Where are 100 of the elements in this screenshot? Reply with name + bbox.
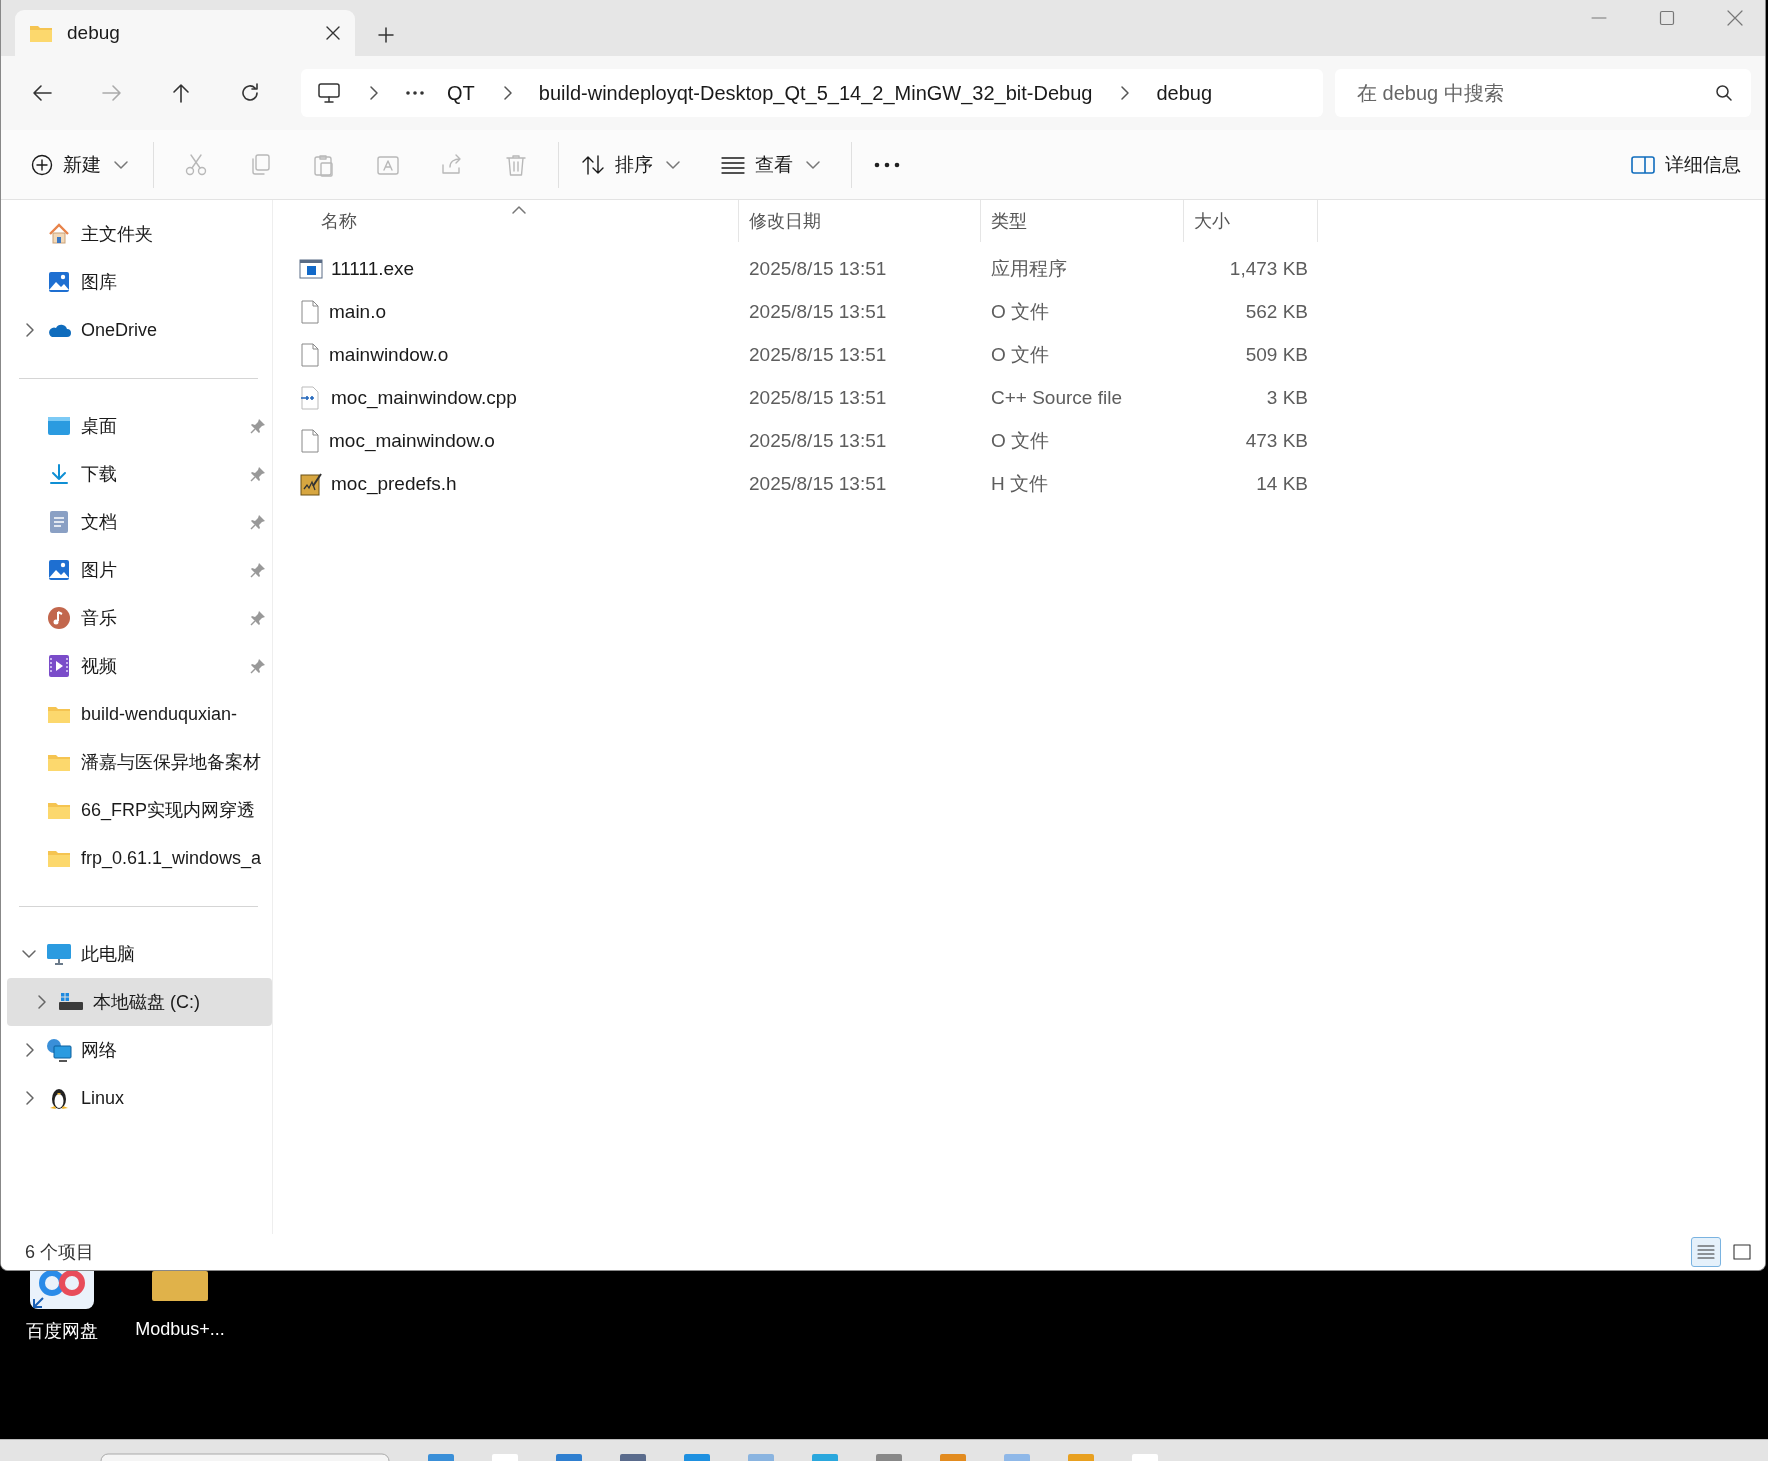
- column-header[interactable]: 类型: [981, 200, 1184, 242]
- size-cell-text: 14 KB: [1255, 471, 1309, 496]
- type-cell-text: C++ Source file: [990, 385, 1123, 410]
- monitor-icon: [46, 942, 72, 966]
- date-cell-text: 2025/8/15 13:51: [748, 256, 888, 281]
- folder-icon: [47, 704, 71, 724]
- date-cell-text: 2025/8/15 13:51: [748, 299, 888, 324]
- file-name[interactable]: 11111.exe: [331, 257, 415, 280]
- desktop-icon-label[interactable]: 百度网盘: [26, 1319, 98, 1343]
- pin-icon[interactable]: [250, 610, 266, 626]
- sidebar-item[interactable]: 图片: [7, 546, 272, 594]
- taskbar-app-icon[interactable]: [684, 1453, 710, 1461]
- folder-icon: [29, 23, 53, 43]
- sort-icon: [581, 153, 605, 176]
- sidebar-item[interactable]: 主文件夹: [7, 210, 272, 258]
- tiles-view-icon: [1733, 1244, 1751, 1260]
- plus-circle-icon: [31, 153, 53, 176]
- side-panel-icon: [1631, 154, 1655, 175]
- taskbar-app-icon[interactable]: [556, 1453, 582, 1461]
- sidebar-item[interactable]: Linux: [7, 1074, 272, 1122]
- taskbar-app-icon[interactable]: [1068, 1453, 1094, 1461]
- taskbar-app-icon[interactable]: [428, 1453, 454, 1461]
- penguin-icon: [48, 1086, 70, 1110]
- house-icon: [47, 222, 71, 246]
- tab[interactable]: debug: [15, 10, 355, 56]
- more-icon[interactable]: [405, 90, 425, 96]
- sidebar-item[interactable]: 66_FRP实现内网穿透: [7, 786, 272, 834]
- size-cell-text: 1,473 KB: [1228, 256, 1309, 281]
- sidebar-item[interactable]: 下载: [7, 450, 272, 498]
- file-icon: [299, 299, 321, 324]
- date-cell-text: 2025/8/15 13:51: [748, 471, 888, 496]
- desktop-icon-label[interactable]: Modbus+...: [135, 1319, 225, 1340]
- sidebar-item[interactable]: 文档: [7, 498, 272, 546]
- pin-icon[interactable]: [250, 418, 266, 434]
- more-icon[interactable]: [874, 161, 900, 168]
- column-header[interactable]: 修改日期: [739, 200, 981, 242]
- picture-icon: [47, 558, 71, 582]
- pin-icon[interactable]: [250, 466, 266, 482]
- pin-icon[interactable]: [250, 658, 266, 674]
- type-cell-text: H 文件: [990, 471, 1049, 496]
- taskbar-app-icon[interactable]: [940, 1453, 966, 1461]
- taskbar-app-icon[interactable]: [876, 1453, 902, 1461]
- forward-arrow-icon[interactable]: [101, 83, 123, 103]
- plus-icon[interactable]: [377, 26, 395, 44]
- size-cell-text: 3 KB: [1265, 385, 1309, 410]
- sidebar-item[interactable]: 本地磁盘 (C:): [7, 978, 272, 1026]
- sidebar-item[interactable]: 网络: [7, 1026, 272, 1074]
- size-cell-text: 509 KB: [1244, 342, 1309, 367]
- sidebar-item[interactable]: build-wenduquxian-: [7, 690, 272, 738]
- file-name[interactable]: main.o: [329, 300, 387, 323]
- type-cell-text: O 文件: [990, 428, 1051, 453]
- breadcrumb-item[interactable]: debug: [1156, 81, 1213, 105]
- column-header[interactable]: 大小: [1184, 200, 1318, 242]
- file-name[interactable]: moc_mainwindow.cpp: [331, 386, 517, 409]
- new-button[interactable]: 新建: [27, 142, 135, 187]
- sidebar-item[interactable]: frp_0.61.1_windows_a: [7, 834, 272, 882]
- details-pane-button[interactable]: 详细信息: [1627, 142, 1745, 187]
- date-cell-text: 2025/8/15 13:51: [748, 342, 888, 367]
- monitor-icon[interactable]: [317, 82, 341, 104]
- search-field[interactable]: 在 debug 中搜索: [1335, 69, 1751, 117]
- sidebar-item[interactable]: 桌面: [7, 402, 272, 450]
- sidebar-item[interactable]: 此电脑: [7, 930, 272, 978]
- file-icon: [299, 428, 321, 453]
- music-icon: [47, 606, 71, 630]
- maximize-icon[interactable]: [1659, 10, 1675, 26]
- file-name[interactable]: moc_predefs.h: [331, 472, 457, 495]
- view-button[interactable]: 查看: [717, 142, 827, 187]
- sidebar-item[interactable]: 图库: [7, 258, 272, 306]
- breadcrumb-item[interactable]: QT: [447, 81, 475, 105]
- picture-icon: [47, 270, 71, 294]
- type-cell-text: O 文件: [990, 342, 1051, 367]
- view-toggle[interactable]: [1691, 1237, 1721, 1267]
- type-cell-text: O 文件: [990, 299, 1051, 324]
- network-icon: [46, 1038, 72, 1062]
- breadcrumb-item[interactable]: build-windeployqt-Desktop_Qt_5_14_2_MinGW_32_bit-Debug: [538, 81, 1093, 105]
- pin-icon[interactable]: [250, 514, 266, 530]
- type-cell-text: 应用程序: [990, 256, 1068, 281]
- back-arrow-icon[interactable]: [31, 83, 53, 103]
- sidebar-item[interactable]: 潘嘉与医保异地备案材: [7, 738, 272, 786]
- sort-button[interactable]: 排序: [577, 142, 687, 187]
- folder-icon: [47, 752, 71, 772]
- pin-icon[interactable]: [250, 562, 266, 578]
- taskbar-app-icon[interactable]: [620, 1453, 646, 1461]
- desktop-icon: [47, 415, 71, 437]
- refresh-icon[interactable]: [239, 82, 261, 104]
- taskbar-app-icon[interactable]: [812, 1453, 838, 1461]
- date-cell-text: 2025/8/15 13:51: [748, 428, 888, 453]
- search-icon[interactable]: [1715, 84, 1733, 102]
- sidebar-item[interactable]: OneDrive: [7, 306, 272, 354]
- file-name[interactable]: moc_mainwindow.o: [329, 429, 495, 452]
- up-arrow-icon[interactable]: [171, 82, 191, 104]
- sidebar-item[interactable]: 音乐: [7, 594, 272, 642]
- sidebar-item[interactable]: 视频: [7, 642, 272, 690]
- file-name[interactable]: mainwindow.o: [329, 343, 449, 366]
- folder-icon: [47, 800, 71, 820]
- folder-icon: [47, 848, 71, 868]
- address-bar[interactable]: QT build-windeployqt-Desktop_Qt_5_14_2_MinGW_32_bit-Debug debug: [301, 69, 1323, 117]
- item-count: 6 个项目: [25, 1241, 94, 1264]
- column-header[interactable]: 名称: [299, 200, 739, 242]
- close-icon[interactable]: [325, 25, 341, 41]
